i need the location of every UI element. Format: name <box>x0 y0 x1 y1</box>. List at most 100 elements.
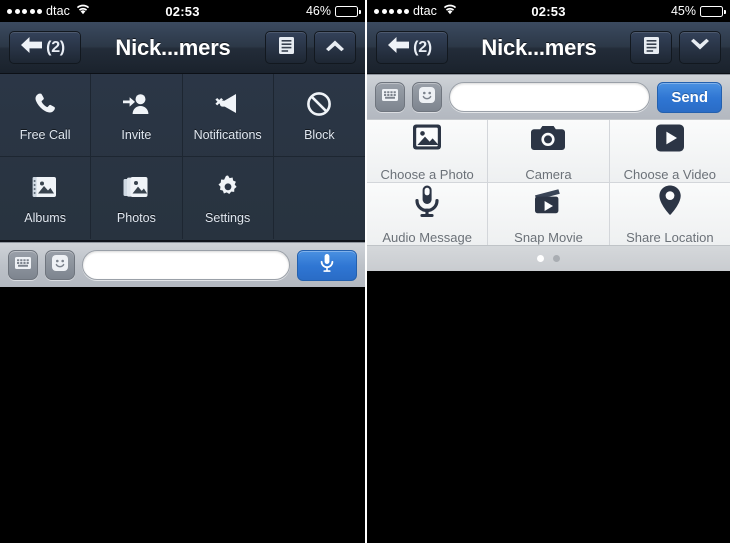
menu-item-label: Albums <box>24 210 66 225</box>
attachment-label: Choose a Photo <box>380 167 474 182</box>
menu-item-label: Notifications <box>193 127 262 142</box>
attachment-label: Share Location <box>626 230 714 245</box>
attachment-row-1: Choose a Photo Camera Choose a Video <box>367 120 730 182</box>
microphone-icon <box>320 253 334 277</box>
menu-item-label: Photos <box>116 210 156 225</box>
phone-screen-left: dtac 02:53 46% (2) Nick...mers Free Call… <box>0 0 365 543</box>
page-title: Nick...mers <box>481 34 597 60</box>
menu-item-notifications[interactable]: Notifications <box>183 74 274 156</box>
menu-item-label: Free Call <box>19 127 71 142</box>
smiley-icon <box>51 254 69 277</box>
map-pin-icon <box>657 183 683 219</box>
attachment-label: Snap Movie <box>514 230 583 245</box>
contact-action-menu: Free Call Invite Notifications Block Alb… <box>0 74 365 242</box>
battery-icon <box>700 5 726 17</box>
mute-megaphone-icon <box>214 89 242 119</box>
menu-item-photos[interactable]: Photos <box>91 157 183 239</box>
message-input-field[interactable] <box>449 82 651 112</box>
menu-item-label: Settings <box>205 210 251 225</box>
attachment-label: Choose a Video <box>623 167 716 182</box>
photos-icon <box>122 172 150 202</box>
menu-item-free-call[interactable]: Free Call <box>0 74 92 156</box>
battery-icon <box>335 5 361 17</box>
attachment-panel: Choose a Photo Camera Choose a Video Aud… <box>367 119 730 271</box>
signal-strength-icon <box>374 8 409 14</box>
gear-icon <box>215 172 241 202</box>
back-button[interactable]: (2) <box>376 31 448 64</box>
menu-toggle-button[interactable] <box>314 31 356 64</box>
carrier-label: dtac <box>413 4 438 18</box>
attachment-row-2: Audio Message Snap Movie Share Location <box>367 182 730 245</box>
signal-strength-icon <box>7 8 42 14</box>
voice-message-button[interactable] <box>297 249 357 281</box>
menu-item-settings[interactable]: Settings <box>183 157 274 239</box>
battery-percent-label: 46% <box>305 4 331 18</box>
send-button[interactable]: Send <box>657 81 722 113</box>
attachment-share-location[interactable]: Share Location <box>609 183 730 245</box>
message-input-bar-left <box>0 242 365 287</box>
camera-icon <box>530 120 566 156</box>
nav-bar-right: (2) Nick...mers <box>367 22 730 74</box>
attachment-label: Camera <box>525 167 572 182</box>
page-title: Nick...mers <box>115 34 231 60</box>
keyboard-icon <box>381 88 399 107</box>
status-left-group: dtac <box>374 4 457 18</box>
attachment-page-indicator[interactable] <box>367 245 730 271</box>
menu-item-label: Block <box>304 127 335 142</box>
menu-toggle-button[interactable] <box>679 31 721 64</box>
status-right-group: 45% <box>670 4 726 18</box>
attachment-snap-movie[interactable]: Snap Movie <box>488 183 610 245</box>
add-person-icon <box>122 89 150 119</box>
sticker-button[interactable] <box>412 82 442 112</box>
keyboard-toggle-button[interactable] <box>375 82 405 112</box>
clapperboard-icon <box>531 183 565 219</box>
back-arrow-icon <box>387 36 411 59</box>
keyboard-toggle-button[interactable] <box>8 250 38 280</box>
chevron-up-icon <box>324 38 346 57</box>
battery-percent-label: 45% <box>670 4 696 18</box>
photo-icon <box>410 120 444 156</box>
status-left-group: dtac <box>7 4 90 18</box>
status-bar-left: dtac 02:53 46% <box>0 0 365 22</box>
status-bar-right: dtac 02:53 45% <box>367 0 730 22</box>
wifi-icon <box>443 4 457 18</box>
chat-menu-button[interactable] <box>630 31 672 64</box>
menu-item-block[interactable]: Block <box>274 74 365 156</box>
back-button[interactable]: (2) <box>9 31 81 64</box>
block-icon <box>306 89 332 119</box>
chevron-down-icon <box>689 38 711 57</box>
attachment-label: Audio Message <box>382 230 472 245</box>
list-menu-icon <box>278 36 295 60</box>
page-dot-inactive[interactable] <box>553 255 560 262</box>
back-unread-count: (2) <box>413 38 432 56</box>
attachment-camera[interactable]: Camera <box>488 120 610 182</box>
chat-menu-button[interactable] <box>265 31 307 64</box>
status-right-group: 46% <box>305 4 361 18</box>
menu-row-1: Free Call Invite Notifications Block <box>0 74 365 156</box>
carrier-label: dtac <box>46 4 71 18</box>
microphone-icon <box>414 183 440 219</box>
sticker-button[interactable] <box>45 250 75 280</box>
menu-item-invite[interactable]: Invite <box>91 74 183 156</box>
menu-row-2: Albums Photos Settings <box>0 156 365 239</box>
attachment-audio-message[interactable]: Audio Message <box>367 183 489 245</box>
menu-item-albums[interactable]: Albums <box>0 157 92 239</box>
list-menu-icon <box>643 36 660 60</box>
menu-item-label: Invite <box>121 127 152 142</box>
album-icon <box>31 172 59 202</box>
message-input-field[interactable] <box>82 250 290 280</box>
back-arrow-icon <box>20 36 44 59</box>
screenshot-stage: dtac 02:53 46% (2) Nick...mers Free Call… <box>0 0 730 543</box>
wifi-icon <box>76 4 90 18</box>
phone-screen-right: dtac 02:53 45% (2) Nick...mers Send Choo… <box>365 0 730 543</box>
back-unread-count: (2) <box>46 38 65 56</box>
video-play-icon <box>654 120 686 156</box>
smiley-icon <box>418 86 436 109</box>
attachment-choose-a-photo[interactable]: Choose a Photo <box>367 120 489 182</box>
nav-bar-left: (2) Nick...mers <box>0 22 365 74</box>
keyboard-icon <box>14 256 32 275</box>
attachment-choose-a-video[interactable]: Choose a Video <box>609 120 730 182</box>
phone-icon <box>32 89 58 119</box>
page-dot-active[interactable] <box>537 255 544 262</box>
attachment-grid: Choose a Photo Camera Choose a Video Aud… <box>367 120 730 245</box>
